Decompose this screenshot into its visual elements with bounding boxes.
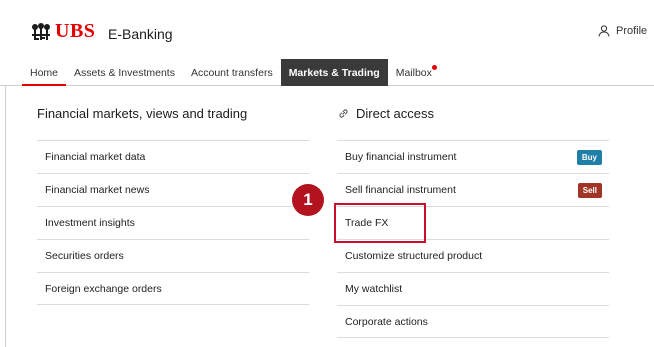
link-customize-structured-product[interactable]: Customize structured product: [337, 239, 609, 272]
list-item-label: Financial market data: [45, 151, 146, 163]
financial-markets-heading: Financial markets, views and trading: [37, 106, 248, 121]
nav-account-transfers[interactable]: Account transfers: [183, 60, 281, 86]
list-item-label: Investment insights: [45, 217, 135, 229]
nav-mailbox[interactable]: Mailbox: [388, 60, 440, 86]
app-title: E-Banking: [108, 26, 173, 42]
profile-button[interactable]: Profile: [598, 25, 647, 37]
nav-markets-trading[interactable]: Markets & Trading: [280, 59, 388, 86]
list-item-label: Corporate actions: [345, 315, 428, 328]
sell-badge: Sell: [577, 182, 602, 198]
direct-access-title: Direct access: [356, 106, 435, 121]
list-item-label: Securities orders: [45, 250, 124, 262]
link-financial-market-data[interactable]: Financial market data: [37, 140, 309, 173]
step-number-marker: 1: [292, 184, 324, 216]
buy-badge: Buy: [576, 149, 602, 165]
list-item-label: My watchlist: [345, 283, 403, 295]
nav-assets-investments[interactable]: Assets & Investments: [66, 60, 183, 86]
link-investment-insights[interactable]: Investment insights: [37, 206, 309, 239]
link-financial-market-news[interactable]: Financial market news: [37, 173, 309, 206]
link-sell-financial-instrument[interactable]: Sell financial instrument Sell: [337, 173, 609, 206]
link-buy-financial-instrument[interactable]: Buy financial instrument Buy: [337, 140, 609, 173]
list-item-label: Foreign exchange orders: [45, 282, 162, 295]
trade-fx-highlight: [334, 203, 426, 243]
nav-mailbox-label: Mailbox: [395, 67, 432, 79]
notification-dot-icon: [431, 65, 437, 70]
ubs-logo[interactable]: UBS: [30, 20, 95, 43]
link-foreign-exchange-orders[interactable]: Foreign exchange orders: [37, 272, 309, 305]
person-icon: [598, 25, 610, 37]
nav-home[interactable]: Home: [22, 60, 67, 86]
top-header: UBS E-Banking Profile Home Assets & Inve…: [0, 0, 654, 86]
link-corporate-actions[interactable]: Corporate actions: [337, 305, 609, 338]
link-securities-orders[interactable]: Securities orders: [37, 239, 309, 272]
list-item-label: Customize structured product: [345, 250, 483, 262]
profile-label: Profile: [616, 25, 648, 37]
list-item-label: Sell financial instrument: [345, 184, 456, 196]
ubs-keys-icon: [32, 22, 50, 40]
direct-access-heading: Direct access: [338, 106, 434, 121]
logo-wordmark: UBS: [55, 20, 96, 42]
financial-markets-list: Financial market data Financial market n…: [37, 140, 309, 305]
list-item-label: Buy financial instrument: [345, 151, 457, 163]
link-my-watchlist[interactable]: My watchlist: [337, 272, 609, 305]
main-navigation: Home Assets & Investments Account transf…: [22, 59, 440, 86]
list-item-label: Financial market news: [45, 184, 150, 196]
link-icon: [339, 109, 348, 118]
